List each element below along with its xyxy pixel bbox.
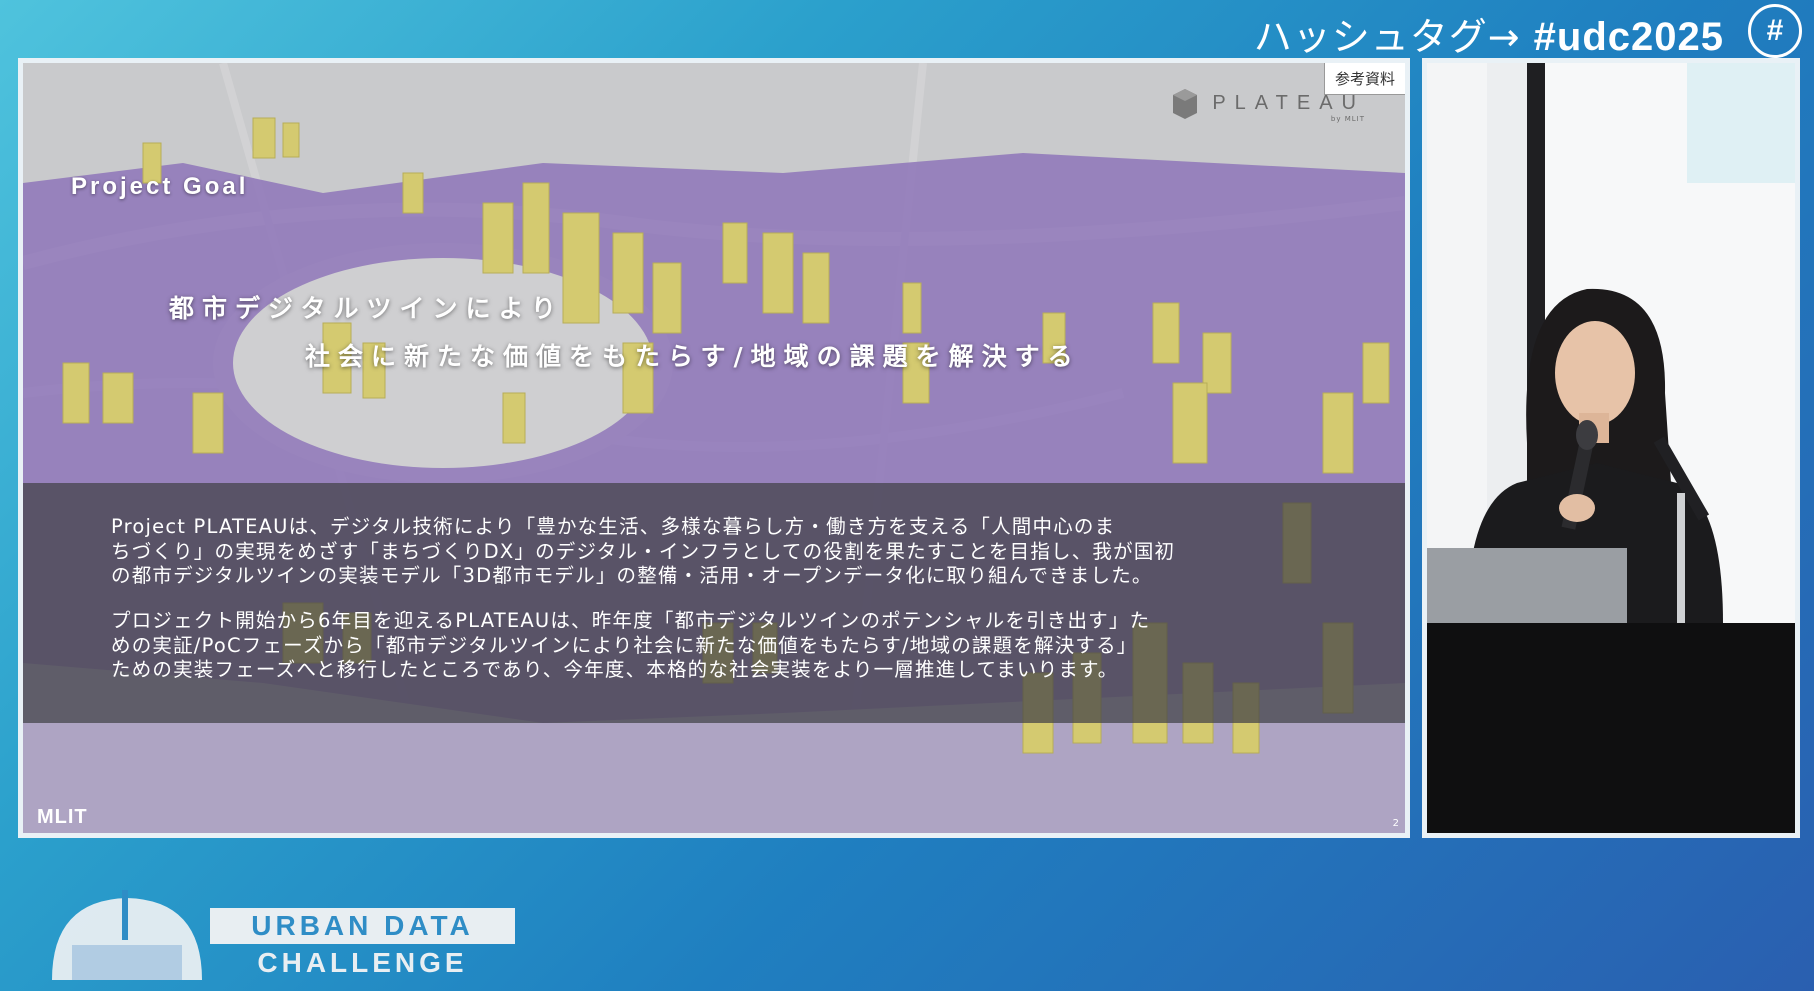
hashtag-prefix: ハッシュタグ→ xyxy=(1253,15,1521,59)
paragraph-2-line: めの実証/PoCフェーズから「都市デジタルツインにより社会に新たな価値をもたらす… xyxy=(111,633,1138,657)
headline-line-2: 社会に新たな価値をもたらす/地域の課題を解決する xyxy=(305,342,1081,371)
plateau-by-mlit: by MLIT xyxy=(1330,115,1365,123)
paragraph-1: Project PLATEAUは、デジタル技術により「豊かな生活、多様な暮らし方… xyxy=(111,515,1361,589)
speaker-image xyxy=(1427,63,1795,833)
urban-data-challenge-logo: URBAN DATA CHALLENGE xyxy=(210,908,515,978)
project-goal-label: Project Goal xyxy=(71,173,249,200)
urban-data-challenge-emblem xyxy=(52,890,202,980)
headline-line-1: 都市デジタルツインにより xyxy=(169,294,565,323)
speaker-camera-feed xyxy=(1422,58,1800,838)
hashtag-label: ハッシュタグ→ #udc2025 xyxy=(1254,6,1724,61)
paragraph-1-line: Project PLATEAUは、デジタル技術により「豊かな生活、多様な暮らし方… xyxy=(111,515,1116,538)
logo-line-1: URBAN DATA xyxy=(210,908,515,944)
paragraph-2: プロジェクト開始から6年目を迎えるPLATEAUは、昨年度「都市デジタルツインの… xyxy=(111,609,1361,683)
paragraph-1-line: の都市デジタルツインの実装モデル「3D都市モデル」の整備・活用・オープンデータ化… xyxy=(111,564,1153,587)
paragraph-2-line: ための実装フェーズへと移行したところであり、今年度、本格的な社会実装をより一層推… xyxy=(111,658,1119,681)
hashtag-value: #udc2025 xyxy=(1533,15,1724,59)
page-number: 2 xyxy=(1392,818,1399,829)
paragraph-2-line: プロジェクト開始から6年目を迎えるPLATEAUは、昨年度「都市デジタルツインの… xyxy=(111,609,1151,632)
mlit-logo: MLIT xyxy=(37,806,88,828)
presentation-slide: 参考資料 PLATEAU by MLIT Project Goal 都市デジタル… xyxy=(18,58,1410,838)
plateau-cube-icon xyxy=(1173,89,1198,119)
logo-line-2: CHALLENGE xyxy=(257,947,468,978)
hashtag-icon: # xyxy=(1748,4,1802,58)
paragraph-1-line: ちづくり」の実現をめざす「まちづくりDX」のデジタル・インフラとしての役割を果た… xyxy=(111,539,1176,563)
plateau-logo: PLATEAU by MLIT xyxy=(1171,87,1365,123)
plateau-wordmark: PLATEAU xyxy=(1212,91,1365,114)
